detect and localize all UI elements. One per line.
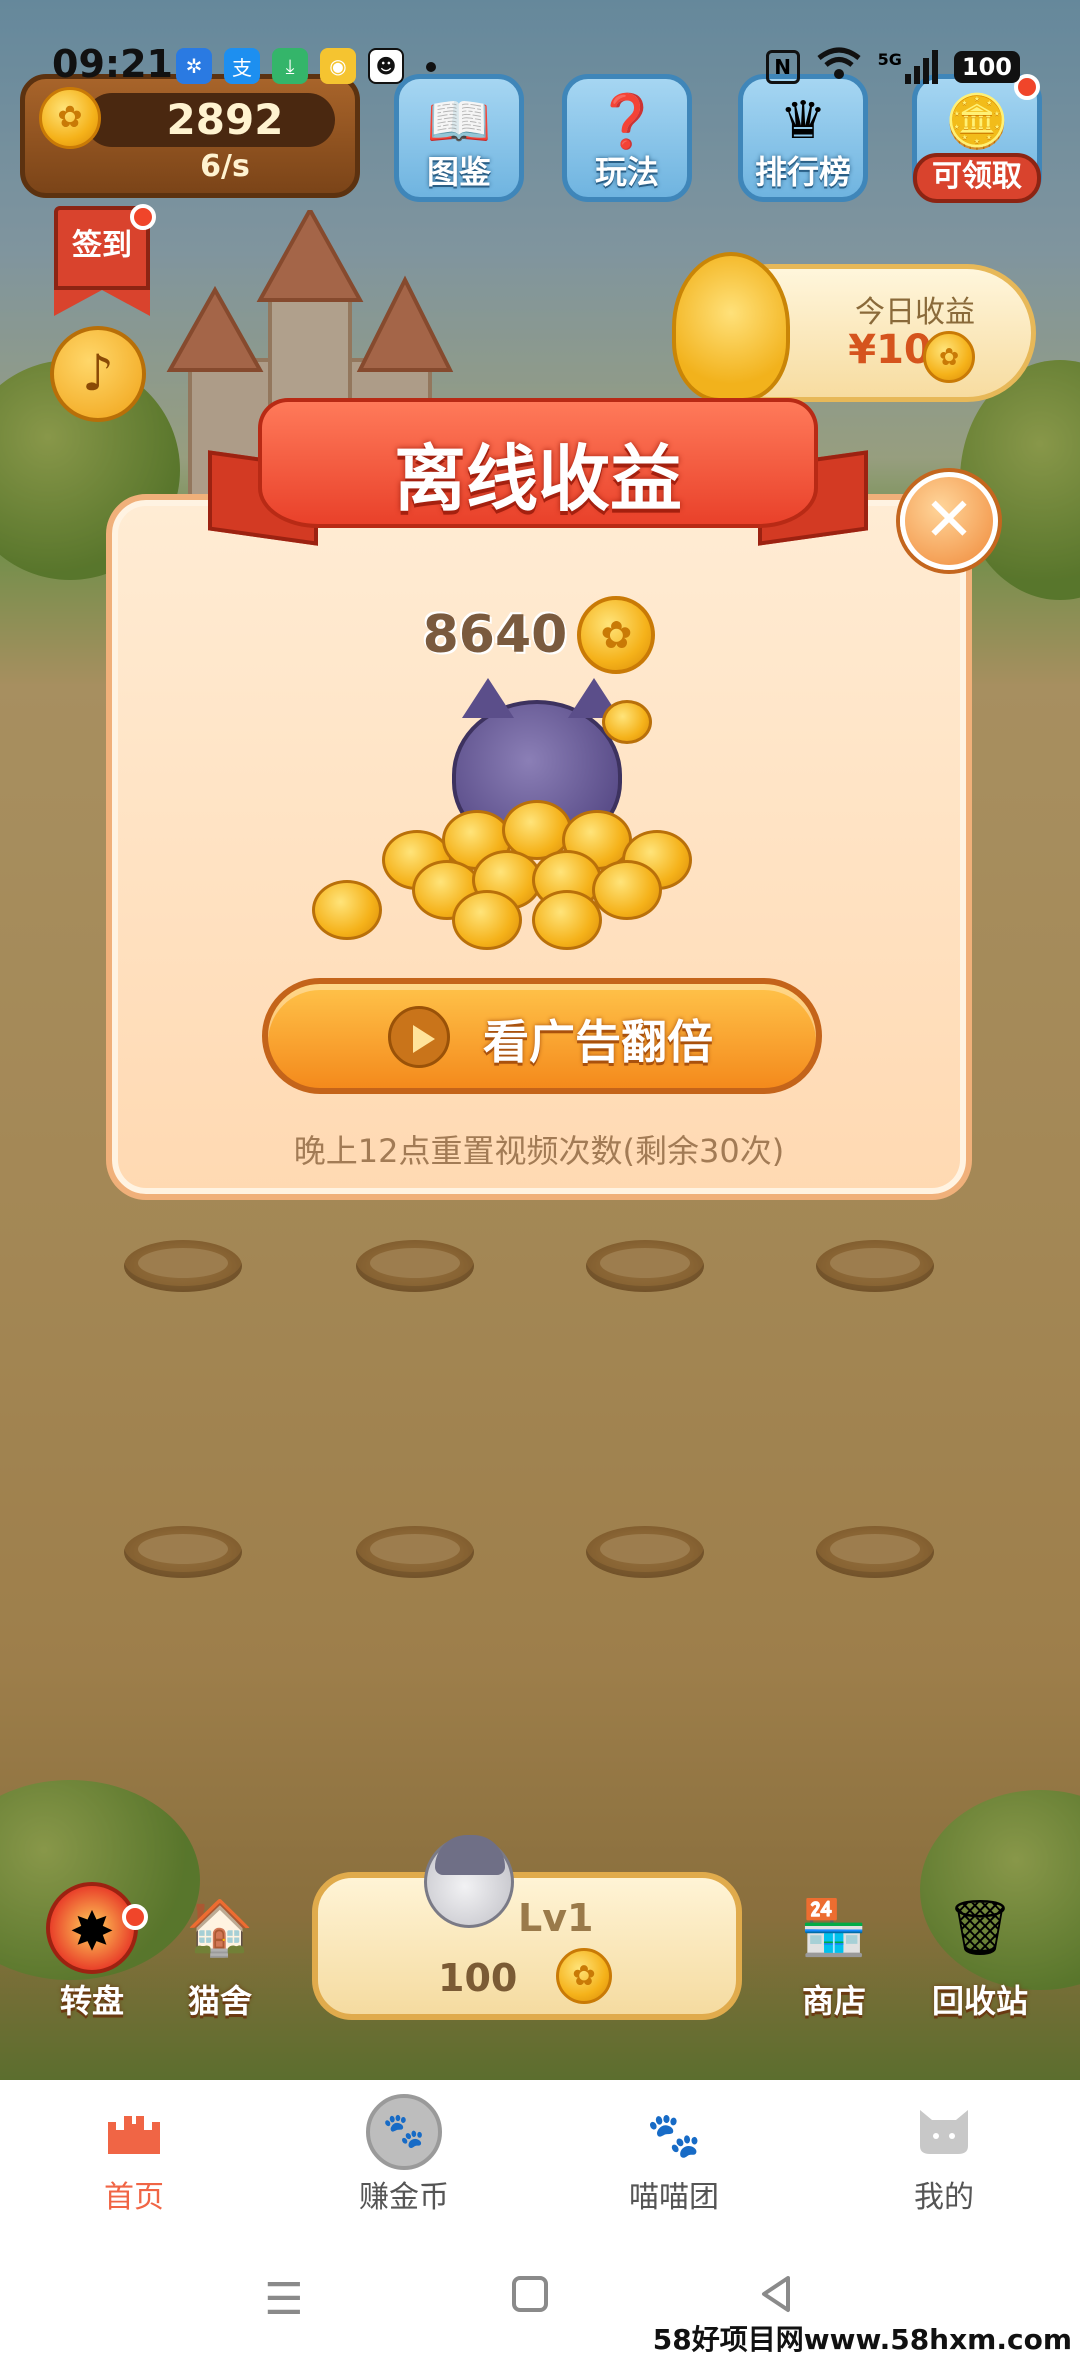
music-note-icon: ♪ <box>82 344 114 402</box>
qq-app-icon: ☻ <box>368 48 404 84</box>
coin-icon: ✿ <box>556 1948 612 2004</box>
level-cat-icon <box>424 1835 514 1928</box>
cat-house-icon: 🏠 <box>186 1896 254 1959</box>
modal-title: 离线收益 <box>393 437 682 521</box>
crown-icon: ♛ <box>779 91 827 151</box>
buy-cat-panel[interactable]: Lv1 100 ✿ <box>312 1872 742 2020</box>
network-type: 5G <box>877 50 902 69</box>
wifi-icon <box>816 46 862 88</box>
handbook-label: 图鉴 <box>426 153 491 191</box>
pinwheel-app-icon: ✲ <box>176 48 212 84</box>
reward-amount: 8640 <box>422 605 568 665</box>
modal-title-ribbon: 离线收益 <box>208 398 868 548</box>
cell-signal-icon: 5G <box>878 50 938 84</box>
tab-mine[interactable]: 我的 <box>854 2106 1034 2226</box>
question-book-icon: ❓ <box>594 92 660 152</box>
close-icon: ✕ <box>923 485 975 555</box>
tab-meow-group-label: 喵喵团 <box>629 2180 719 2215</box>
recycle-label: 回收站 <box>931 1982 1028 2020</box>
cat-house-label: 猫舍 <box>187 1982 252 2020</box>
sign-in-notification-dot <box>130 204 156 230</box>
cat-house-button[interactable]: 🏠 猫舍 <box>160 1882 280 2022</box>
wheel-button[interactable]: ✸ 转盘 <box>32 1882 152 2022</box>
music-toggle-button[interactable]: ♪ <box>50 326 146 422</box>
wheel-icon: ✸ <box>46 1882 138 1974</box>
weibo-app-icon: ◉ <box>320 48 356 84</box>
menu-icon[interactable]: ☰ <box>254 2270 314 2330</box>
today-income-label: 今日收益 <box>855 295 975 330</box>
home-square-icon[interactable] <box>500 2270 560 2330</box>
paws-icon: 🐾 <box>646 2110 702 2161</box>
leaderboard-label: 排行榜 <box>754 153 851 191</box>
book-icon: 📖 <box>426 92 492 152</box>
bottom-tab-bar: 首页 🐾 赚金币 🐾 喵喵团 我的 <box>0 2080 1080 2240</box>
system-navigation-bar: ☰ 58好项目网www.58hxm.com <box>0 2240 1080 2362</box>
recycle-bin-icon: 🗑 <box>945 1896 1015 1959</box>
status-bar: 09:21 ✲ 支 ⤓ ◉ ☻ N 5G 100 <box>0 36 1080 96</box>
cat-on-coins-illustration <box>312 678 792 950</box>
shop-button[interactable]: 🏪 商店 <box>774 1882 894 2022</box>
coin-icon: ✿ <box>39 87 101 149</box>
tab-meow-group[interactable]: 🐾 喵喵团 <box>584 2106 764 2226</box>
tab-home-label: 首页 <box>104 2180 164 2215</box>
coin-rate: 6/s <box>200 149 250 184</box>
coin-icon: ✿ <box>923 331 975 383</box>
watch-ad-label: 看广告翻倍 <box>483 1015 713 1069</box>
how-to-play-label: 玩法 <box>594 153 659 191</box>
level-price: 100 <box>438 1956 518 2000</box>
paw-coin-icon: 🪙 <box>944 92 1010 152</box>
notification-icons: ✲ 支 ⤓ ◉ ☻ <box>176 48 436 84</box>
coin-total: 2892 <box>166 95 284 144</box>
level-label: Lv1 <box>518 1896 594 1940</box>
offline-earnings-modal: 8640 ✿ 看广告翻倍 晚上12点重置视频次数(剩余30次) <box>106 494 972 1200</box>
video-reset-note: 晚上12点重置视频次数(剩余30次) <box>293 1132 785 1170</box>
status-time: 09:21 <box>52 42 173 86</box>
wheel-notification-dot <box>122 1904 148 1930</box>
sign-in-label: 签到 <box>72 228 132 263</box>
coin-icon: ✿ <box>577 596 656 674</box>
tab-earn-coins[interactable]: 🐾 赚金币 <box>314 2094 494 2226</box>
tab-earn-coins-label: 赚金币 <box>359 2180 449 2215</box>
watermark: 58好项目网www.58hxm.com <box>652 2323 1072 2356</box>
watch-ad-double-button[interactable]: 看广告翻倍 <box>262 978 822 1094</box>
alipay-app-icon: 支 <box>224 48 260 84</box>
close-button[interactable]: ✕ <box>900 472 998 570</box>
shop-label: 商店 <box>801 1982 866 2020</box>
battery-indicator: 100 <box>953 51 1020 83</box>
tab-home[interactable]: 首页 <box>44 2106 224 2226</box>
lucky-cat-icon <box>672 252 790 402</box>
paw-coin-icon: 🐾 <box>366 2094 442 2170</box>
claim-label: 可领取 <box>913 153 1041 203</box>
cat-face-icon <box>909 2106 979 2166</box>
tab-mine-label: 我的 <box>914 2180 974 2215</box>
download-icon: ⤓ <box>272 48 308 84</box>
castle-icon <box>99 2106 169 2166</box>
more-notifications-icon <box>426 62 436 72</box>
wheel-label: 转盘 <box>59 1982 124 2020</box>
reward-row: 8640 ✿ <box>112 596 966 674</box>
recycle-button[interactable]: 🗑 回收站 <box>920 1882 1040 2022</box>
system-status: N 5G 100 <box>765 46 1020 88</box>
play-icon <box>388 1006 450 1068</box>
nfc-icon: N <box>765 50 800 84</box>
shop-icon: 🏪 <box>800 1896 868 1959</box>
